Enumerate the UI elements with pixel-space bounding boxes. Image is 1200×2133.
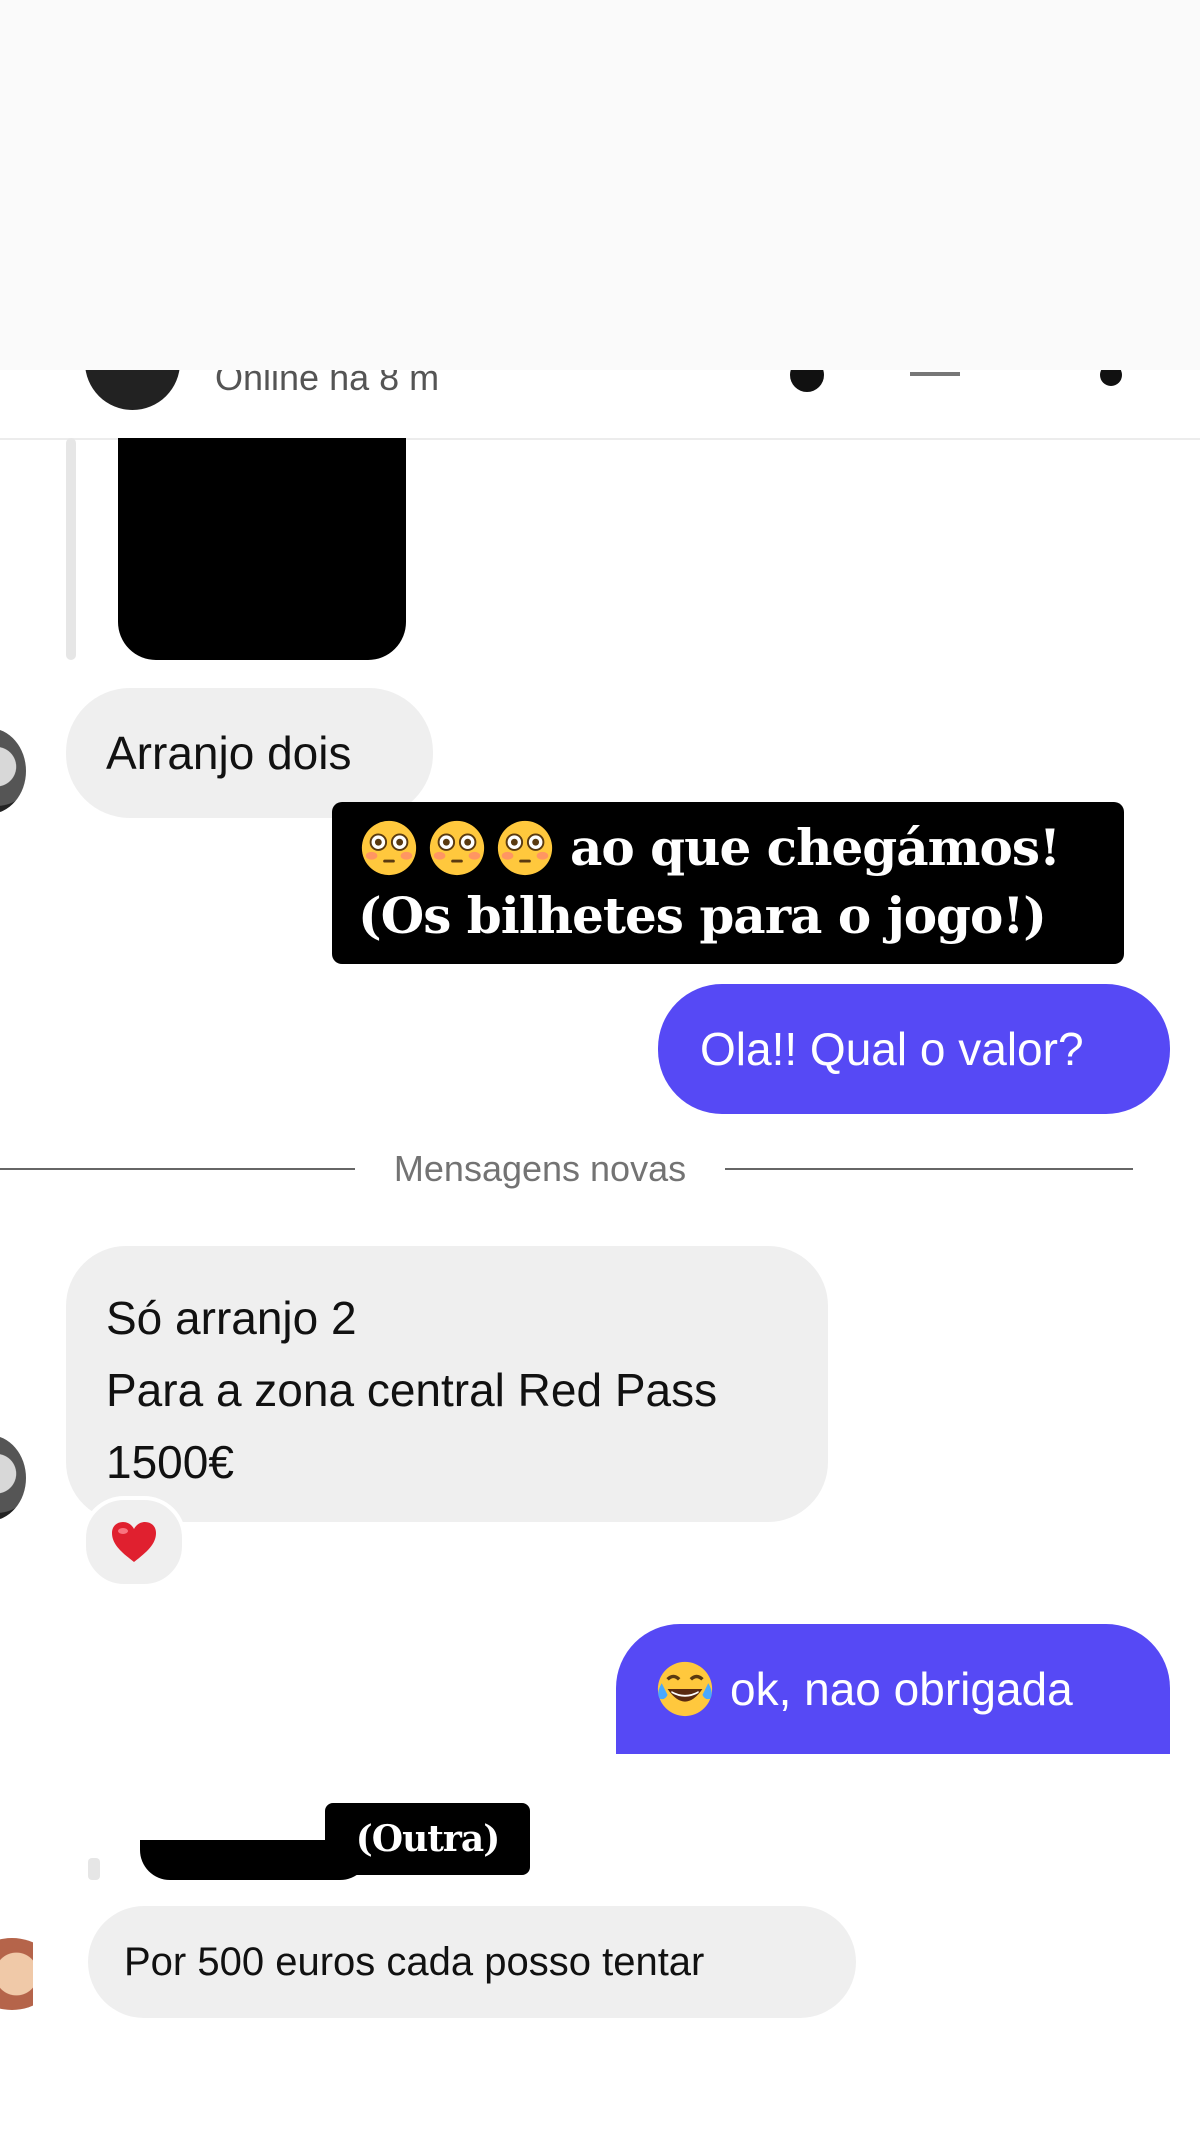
message-bubble-incoming[interactable]: Só arranjo 2 Para a zona central Red Pas…	[66, 1246, 828, 1522]
laughing-tears-emoji-icon	[657, 1661, 713, 1717]
reply-quote-bar	[66, 438, 76, 660]
reply-quote-bar	[88, 1858, 100, 1880]
new-messages-divider-label: Mensagens novas	[393, 1148, 687, 1189]
info-icon[interactable]	[1100, 370, 1122, 386]
story-caption: ao que chegámos! (Os bilhetes para o jog…	[332, 802, 1124, 964]
message-line: Para a zona central Red Pass	[106, 1364, 718, 1416]
top-blank-area	[0, 0, 1200, 370]
caption-text: ao que chegámos!	[570, 818, 1061, 877]
caption-text: (Os bilhetes para o jogo!)	[358, 886, 1047, 945]
chat-header: Online há 8 m	[0, 370, 1200, 440]
call-icon[interactable]	[790, 370, 824, 392]
message-bubble-outgoing[interactable]: ok, nao obrigada	[616, 1624, 1170, 1754]
flushed-face-emoji-icon	[361, 820, 417, 876]
message-bubble-incoming[interactable]: Arranjo dois	[66, 688, 433, 818]
caption-line-1: ao que chegámos!	[358, 814, 1098, 882]
divider-line	[725, 1168, 1133, 1170]
heart-icon	[112, 1522, 156, 1562]
message-bubble-outgoing[interactable]: Ola!! Qual o valor?	[658, 984, 1170, 1114]
video-icon[interactable]	[910, 372, 960, 376]
story-caption-small: (Outra)	[325, 1803, 530, 1875]
message-line: 1500€	[106, 1436, 234, 1488]
heart-reaction[interactable]	[82, 1496, 186, 1588]
redacted-media[interactable]	[118, 438, 406, 660]
flushed-face-emoji-icon	[497, 820, 553, 876]
flushed-face-emoji-icon	[429, 820, 485, 876]
message-bubble-incoming[interactable]: Por 500 euros cada posso tentar	[88, 1906, 856, 2018]
divider-line	[0, 1168, 355, 1170]
caption-line-2: (Os bilhetes para o jogo!)	[358, 882, 1098, 950]
header-avatar[interactable]	[85, 370, 180, 410]
message-text: ok, nao obrigada	[730, 1663, 1073, 1715]
header-status-text: Online há 8 m	[215, 370, 440, 398]
message-line: Só arranjo 2	[106, 1292, 357, 1344]
